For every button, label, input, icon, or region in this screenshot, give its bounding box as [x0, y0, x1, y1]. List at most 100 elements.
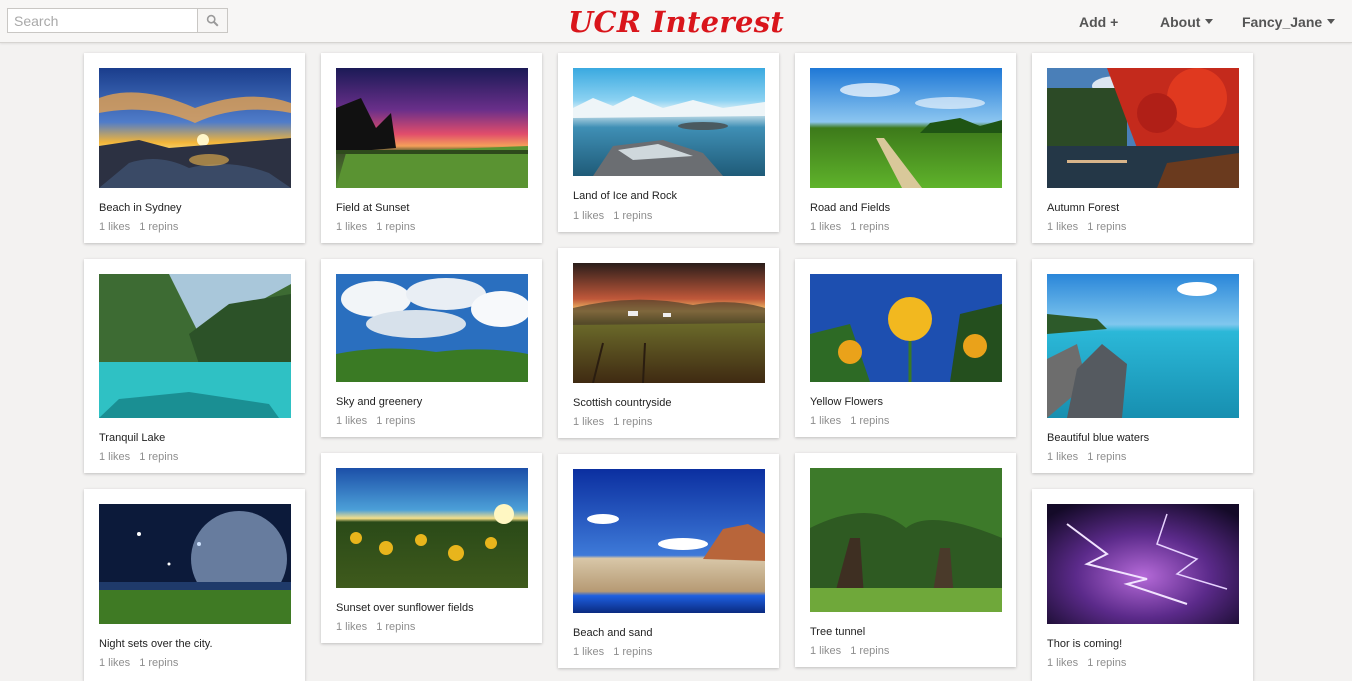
pin-image[interactable]	[1047, 274, 1239, 418]
likes-count[interactable]: 1 likes	[1047, 221, 1078, 233]
pin-title[interactable]: Scottish countryside	[573, 397, 671, 409]
likes-count[interactable]: 1 likes	[336, 221, 367, 233]
repins-count[interactable]: 1 repins	[850, 221, 889, 233]
pin-card[interactable]: Beautiful blue waters 1 likes 1 repins	[1032, 259, 1253, 473]
pin-image[interactable]	[573, 263, 765, 383]
pin-image[interactable]	[1047, 68, 1239, 188]
pin-title[interactable]: Field at Sunset	[336, 202, 409, 214]
add-button[interactable]: Add +	[1079, 14, 1118, 30]
search-button[interactable]	[197, 8, 228, 33]
autumn-forest-icon	[1047, 68, 1239, 188]
likes-count[interactable]: 1 likes	[336, 621, 367, 633]
purple-sunset-field-icon	[336, 68, 528, 188]
likes-count[interactable]: 1 likes	[810, 645, 841, 657]
pin-card[interactable]: Autumn Forest 1 likes 1 repins	[1032, 53, 1253, 243]
pin-title[interactable]: Road and Fields	[810, 202, 890, 214]
search-input[interactable]	[7, 8, 198, 33]
pin-title[interactable]: Sunset over sunflower fields	[336, 602, 474, 614]
repins-count[interactable]: 1 repins	[1087, 221, 1126, 233]
pin-card[interactable]: Field at Sunset 1 likes 1 repins	[321, 53, 542, 243]
chevron-down-icon	[1205, 18, 1214, 24]
pin-title[interactable]: Beach in Sydney	[99, 202, 182, 214]
turquoise-lake-icon	[99, 274, 291, 418]
sand-beach-icon	[573, 469, 765, 613]
pin-image[interactable]	[99, 504, 291, 624]
sunset-beach-icon	[99, 68, 291, 188]
repins-count[interactable]: 1 repins	[850, 645, 889, 657]
pin-title[interactable]: Autumn Forest	[1047, 202, 1119, 214]
likes-count[interactable]: 1 likes	[573, 416, 604, 428]
repins-count[interactable]: 1 repins	[376, 415, 415, 427]
pin-card[interactable]: Beach and sand 1 likes 1 repins	[558, 454, 779, 668]
repins-count[interactable]: 1 repins	[1087, 451, 1126, 463]
pin-title[interactable]: Sky and greenery	[336, 396, 422, 408]
likes-count[interactable]: 1 likes	[810, 415, 841, 427]
pin-card[interactable]: Tranquil Lake 1 likes 1 repins	[84, 259, 305, 473]
tree-tunnel-icon	[810, 468, 1002, 612]
countryside-icon	[573, 263, 765, 383]
repins-count[interactable]: 1 repins	[613, 646, 652, 658]
pin-card[interactable]: Thor is coming! 1 likes 1 repins	[1032, 489, 1253, 681]
night-city-icon	[99, 504, 291, 624]
pin-image[interactable]	[336, 468, 528, 588]
pin-image[interactable]	[810, 68, 1002, 188]
pin-image[interactable]	[573, 469, 765, 613]
username-label: Fancy_Jane	[1242, 14, 1323, 30]
pin-card[interactable]: Tree tunnel 1 likes 1 repins	[795, 453, 1016, 667]
repins-count[interactable]: 1 repins	[613, 416, 652, 428]
likes-count[interactable]: 1 likes	[573, 646, 604, 658]
pin-card[interactable]: Beach in Sydney 1 likes 1 repins	[84, 53, 305, 243]
repins-count[interactable]: 1 repins	[850, 415, 889, 427]
about-menu[interactable]: About	[1160, 14, 1214, 30]
repins-count[interactable]: 1 repins	[613, 210, 652, 222]
top-navbar: UCR Interest Add + About Fancy_Jane	[0, 0, 1352, 43]
pin-image[interactable]	[1047, 504, 1239, 624]
pin-image[interactable]	[336, 274, 528, 382]
repins-count[interactable]: 1 repins	[1087, 657, 1126, 669]
repins-count[interactable]: 1 repins	[139, 221, 178, 233]
pin-card[interactable]: Sky and greenery 1 likes 1 repins	[321, 259, 542, 437]
search-icon	[206, 14, 219, 27]
pin-title[interactable]: Beach and sand	[573, 627, 653, 639]
pin-image[interactable]	[573, 68, 765, 176]
pin-card[interactable]: Yellow Flowers 1 likes 1 repins	[795, 259, 1016, 437]
repins-count[interactable]: 1 repins	[139, 451, 178, 463]
pin-title[interactable]: Yellow Flowers	[810, 396, 883, 408]
pin-title[interactable]: Night sets over the city.	[99, 638, 213, 650]
about-label: About	[1160, 14, 1201, 30]
pin-image[interactable]	[810, 274, 1002, 382]
likes-count[interactable]: 1 likes	[1047, 657, 1078, 669]
pin-title[interactable]: Thor is coming!	[1047, 638, 1122, 650]
pin-image[interactable]	[99, 68, 291, 188]
pin-card[interactable]: Night sets over the city. 1 likes 1 repin…	[84, 489, 305, 681]
pin-image[interactable]	[336, 68, 528, 188]
repins-count[interactable]: 1 repins	[139, 657, 178, 669]
repins-count[interactable]: 1 repins	[376, 221, 415, 233]
likes-count[interactable]: 1 likes	[99, 451, 130, 463]
pin-title[interactable]: Beautiful blue waters	[1047, 432, 1149, 444]
pin-card[interactable]: Scottish countryside 1 likes 1 repins	[558, 248, 779, 438]
likes-count[interactable]: 1 likes	[336, 415, 367, 427]
blue-waters-icon	[1047, 274, 1239, 418]
brand-logo[interactable]: UCR Interest	[568, 5, 784, 39]
likes-count[interactable]: 1 likes	[99, 657, 130, 669]
lightning-icon	[1047, 504, 1239, 624]
pin-title[interactable]: Tranquil Lake	[99, 432, 165, 444]
pin-title[interactable]: Tree tunnel	[810, 626, 865, 638]
chevron-down-icon	[1327, 18, 1336, 24]
pin-card[interactable]: Sunset over sunflower fields 1 likes 1 re…	[321, 453, 542, 643]
likes-count[interactable]: 1 likes	[1047, 451, 1078, 463]
cloudy-sky-icon	[336, 274, 528, 382]
pin-card[interactable]: Road and Fields 1 likes 1 repins	[795, 53, 1016, 243]
user-menu[interactable]: Fancy_Jane	[1242, 14, 1336, 30]
likes-count[interactable]: 1 likes	[810, 221, 841, 233]
likes-count[interactable]: 1 likes	[99, 221, 130, 233]
icy-lake-icon	[573, 68, 765, 176]
pin-image[interactable]	[99, 274, 291, 418]
green-road-icon	[810, 68, 1002, 188]
repins-count[interactable]: 1 repins	[376, 621, 415, 633]
pin-image[interactable]	[810, 468, 1002, 612]
pin-title[interactable]: Land of Ice and Rock	[573, 190, 677, 202]
likes-count[interactable]: 1 likes	[573, 210, 604, 222]
pin-card[interactable]: Land of Ice and Rock 1 likes 1 repins	[558, 53, 779, 232]
